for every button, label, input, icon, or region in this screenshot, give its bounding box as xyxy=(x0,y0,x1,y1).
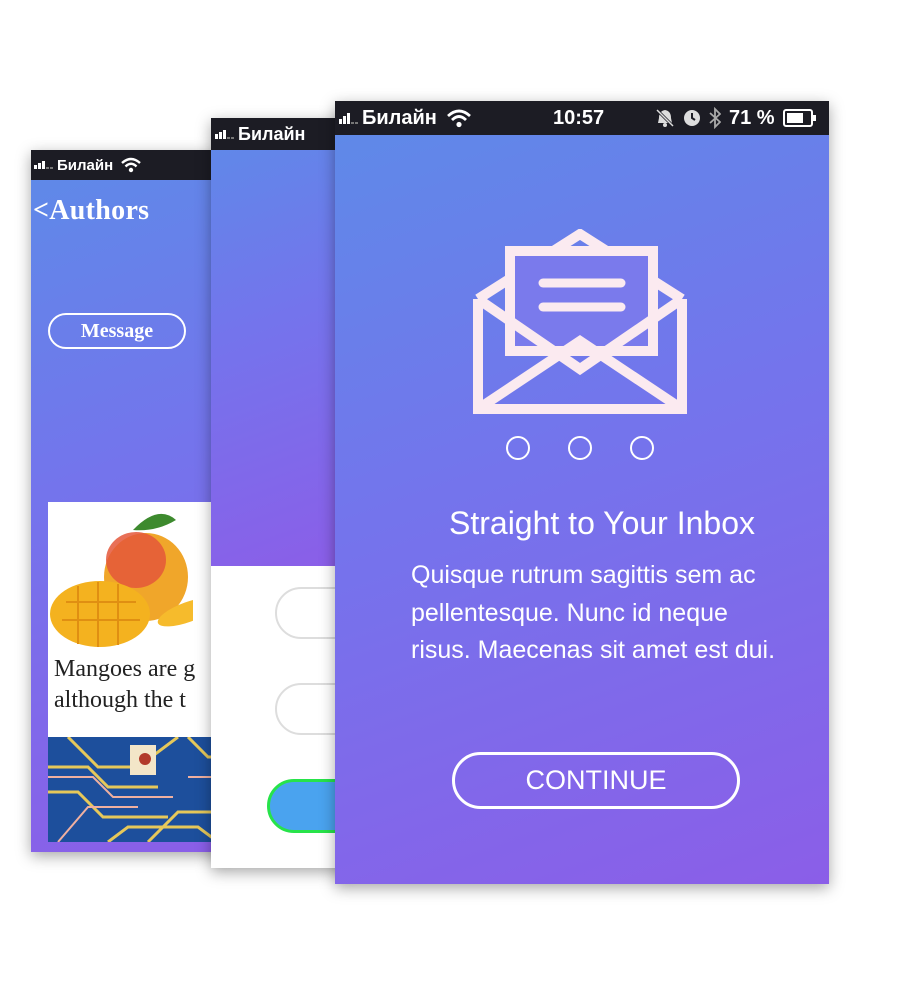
wifi-icon xyxy=(446,109,471,128)
bluetooth-icon xyxy=(709,107,721,129)
battery-percent: 71 % xyxy=(729,106,775,129)
status-bar: Билайн 10:57 71 % xyxy=(335,101,829,135)
onboarding-body: Quisque rutrum sagittis sem ac pellentes… xyxy=(411,557,821,670)
clock: 10:57 xyxy=(553,106,605,129)
status-bar: Билайн xyxy=(31,150,231,180)
page-dot[interactable] xyxy=(506,436,530,460)
carrier-label: Билайн xyxy=(362,106,437,129)
circuit-image xyxy=(48,737,231,842)
onboarding-screen: Билайн 10:57 71 % Straight to Your Inbox… xyxy=(335,101,829,884)
signal-icon xyxy=(34,161,53,169)
mute-bell-icon xyxy=(655,108,675,128)
signal-icon xyxy=(339,112,358,124)
body-line: risus. Maecenas sit amet est dui. xyxy=(411,636,776,664)
authors-screen: Билайн <Authors Message Mangoes are g al… xyxy=(31,150,231,852)
body-line: pellentesque. Nunc id neque xyxy=(411,598,728,627)
page-dot[interactable] xyxy=(568,436,592,460)
carrier-label: Билайн xyxy=(57,156,114,174)
signal-icon xyxy=(215,129,234,139)
article-card[interactable]: Mangoes are g although the t xyxy=(48,502,231,742)
caption-line: Mangoes are g xyxy=(54,656,196,682)
back-link-authors[interactable]: <Authors xyxy=(33,195,149,227)
mango-image xyxy=(48,502,193,654)
login-header xyxy=(211,118,351,566)
carrier-label: Билайн xyxy=(238,123,306,144)
article-caption: Mangoes are g although the t xyxy=(54,654,231,716)
alarm-clock-icon xyxy=(684,110,700,126)
page-dot[interactable] xyxy=(630,436,654,460)
onboarding-heading: Straight to Your Inbox xyxy=(449,505,755,541)
login-screen: Билайн xyxy=(211,118,351,868)
message-button[interactable]: Message xyxy=(48,313,186,349)
envelope-icon xyxy=(473,229,687,414)
continue-button[interactable]: CONTINUE xyxy=(452,752,740,809)
battery-icon xyxy=(782,109,816,127)
status-bar: Билайн xyxy=(211,118,351,150)
caption-line: although the t xyxy=(54,687,186,713)
page-indicator xyxy=(506,436,660,462)
circuit-board-image[interactable] xyxy=(48,737,231,842)
wifi-icon xyxy=(121,157,141,173)
body-line: Quisque rutrum sagittis sem ac xyxy=(411,561,756,589)
